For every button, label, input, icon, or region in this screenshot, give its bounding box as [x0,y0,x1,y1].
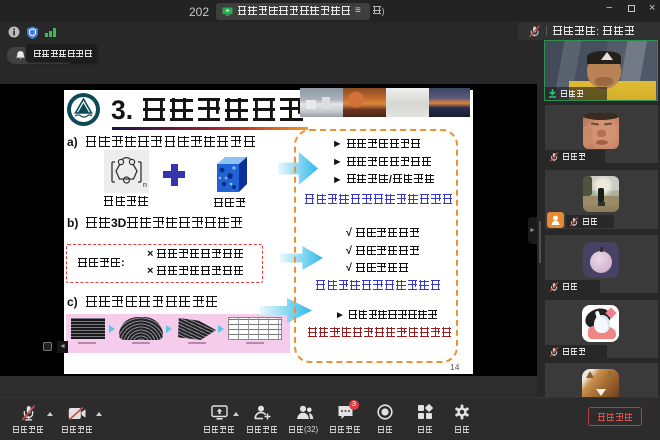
svg-text:n: n [143,182,147,189]
